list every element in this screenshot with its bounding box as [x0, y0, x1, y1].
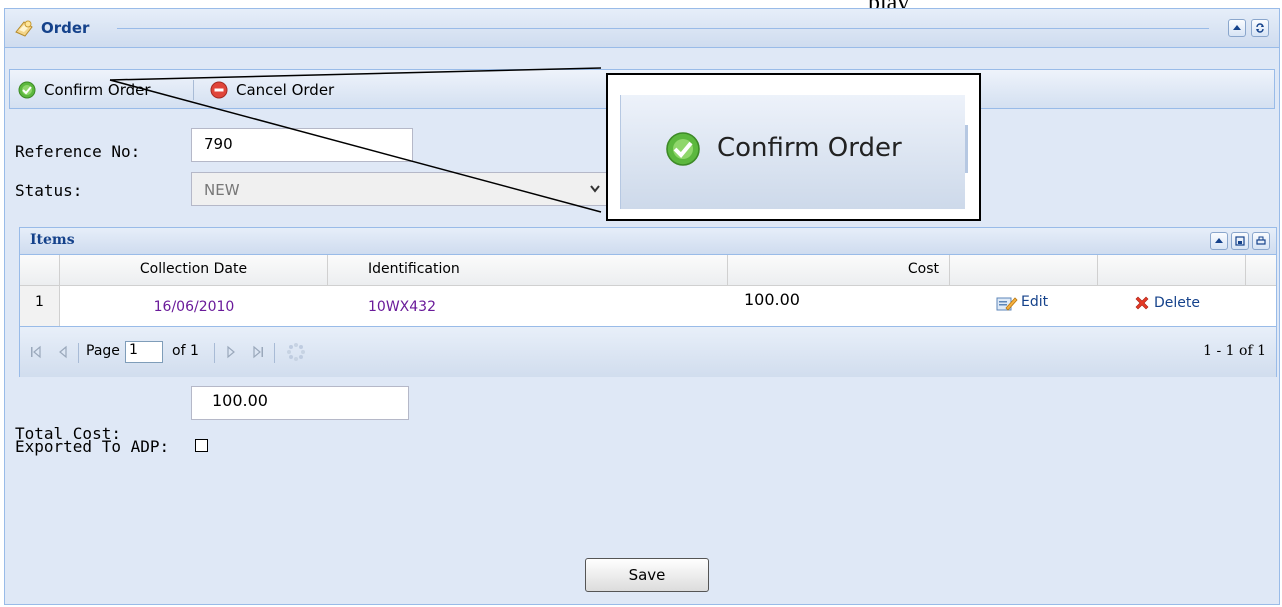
edit-pencil-icon [996, 297, 1018, 311]
items-grid-title: Items [30, 232, 75, 248]
collapse-grid-button[interactable] [1210, 232, 1228, 250]
check-circle-icon-zoomed [666, 132, 700, 166]
row-number-header [20, 255, 60, 285]
edit-label: Edit [1021, 294, 1049, 310]
delete-label: Delete [1154, 295, 1200, 311]
toolbar-separator [193, 80, 194, 100]
panel-title: Order [41, 19, 90, 37]
cell-collection-date[interactable]: 16/06/2010 [60, 286, 328, 326]
zoomed-separator [965, 125, 968, 173]
row-number: 1 [20, 286, 60, 326]
exported-to-adp-label: Exported To ADP: [15, 437, 170, 456]
confirm-order-label: Confirm Order [44, 81, 151, 99]
exported-to-adp-checkbox[interactable] [195, 439, 208, 452]
collapse-up-icon [1233, 25, 1241, 30]
zoomed-confirm-label: Confirm Order [717, 133, 902, 163]
refresh-panel-button[interactable] [1251, 19, 1269, 37]
pager-separator [78, 343, 79, 363]
cell-identification[interactable]: 10WX432 [368, 286, 728, 326]
page-label: Page [86, 343, 120, 359]
refresh-loading-icon[interactable] [286, 342, 306, 362]
cancel-circle-icon [210, 81, 228, 99]
reference-no-label: Reference No: [15, 142, 141, 161]
collapse-panel-button[interactable] [1228, 19, 1246, 37]
grid-pager: Page 1 of 1 1 - 1 of 1 [20, 326, 1276, 377]
page-of-label: of 1 [172, 343, 199, 359]
column-header-row: Collection Date Identification Cost [20, 255, 1276, 286]
items-grid: Items Collection Date Identification Cos… [19, 227, 1277, 377]
column-header-edit [950, 255, 1098, 285]
save-disk-icon [1235, 236, 1245, 246]
delete-row-button[interactable]: Delete [1134, 286, 1244, 326]
confirm-order-button[interactable]: Confirm Order [18, 79, 151, 101]
pager-separator [274, 343, 275, 363]
print-grid-button[interactable] [1252, 232, 1270, 250]
order-panel: Order Confirm Order Cancel Order Referen… [4, 8, 1280, 605]
zoomed-toolbar: Confirm Order [620, 95, 968, 209]
header-divider [117, 28, 1209, 29]
next-page-icon[interactable] [226, 345, 236, 359]
delete-x-icon [1135, 296, 1149, 310]
pager-separator [214, 343, 215, 363]
table-row[interactable]: 1 16/06/2010 10WX432 100.00 Edit Delete [20, 286, 1276, 326]
cell-cost[interactable]: 100.00 [744, 286, 944, 326]
refresh-icon [1256, 23, 1264, 33]
page-number-input[interactable]: 1 [125, 341, 163, 363]
status-label: Status: [15, 181, 83, 200]
save-grid-button[interactable] [1231, 232, 1249, 250]
pager-summary: 1 - 1 of 1 [1203, 343, 1266, 359]
status-value: NEW [204, 181, 240, 199]
reference-no-field[interactable]: 790 [191, 128, 413, 162]
edit-row-button[interactable]: Edit [996, 286, 1096, 326]
status-select[interactable]: NEW [191, 172, 607, 206]
total-cost-field[interactable]: 100.00 [191, 386, 409, 420]
cancel-order-button[interactable]: Cancel Order [210, 79, 334, 101]
prev-page-icon[interactable] [58, 345, 68, 359]
zoom-callout: Confirm Order [606, 73, 981, 221]
column-header-cost[interactable]: Cost [728, 255, 950, 285]
chevron-down-icon[interactable] [590, 185, 600, 193]
items-grid-header: Items [20, 228, 1276, 255]
first-page-icon[interactable] [30, 345, 42, 359]
collapse-up-icon [1215, 238, 1223, 243]
cancel-order-label: Cancel Order [236, 81, 335, 99]
column-header-identification[interactable]: Identification [328, 255, 728, 285]
column-header-delete [1098, 255, 1246, 285]
print-icon [1256, 236, 1266, 245]
panel-header: Order [5, 9, 1279, 48]
check-circle-icon [18, 81, 36, 99]
last-page-icon[interactable] [252, 345, 264, 359]
save-button[interactable]: Save [585, 558, 709, 592]
page-top-strip [0, 0, 1282, 8]
order-icon [15, 20, 33, 37]
column-header-collection-date[interactable]: Collection Date [60, 255, 328, 285]
